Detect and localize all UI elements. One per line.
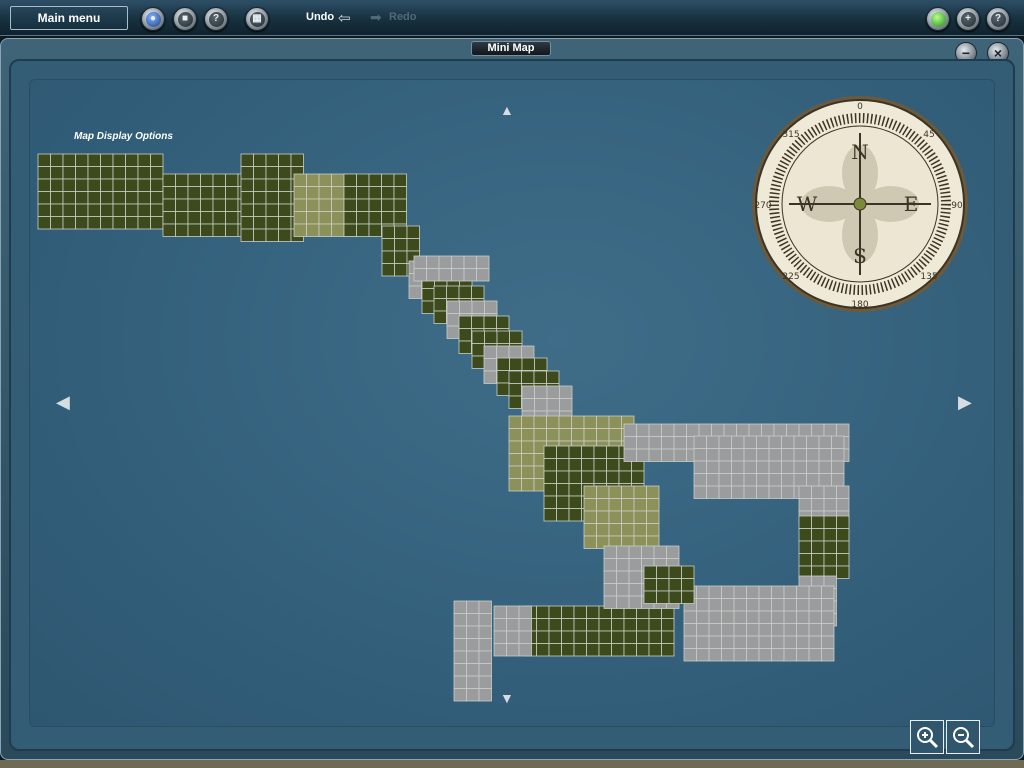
tools-icon: ? [208,11,224,27]
help-button[interactable]: ? [986,7,1010,31]
compass: N S E W 0 45 90 135 180 225 270 315 [752,96,968,312]
pan-right-arrow-icon[interactable]: ▶ [958,392,972,413]
compass-deg-270: 270 [754,201,771,211]
globe-icon: ● [145,11,161,27]
top-toolbar: Main menu ● ■ ? ▦ Undo ⇦ ➡ Redo + ? [0,0,1024,36]
compass-deg-180: 180 [851,300,868,310]
stop-icon: ■ [177,11,193,27]
compass-deg-0: 0 [857,102,863,112]
map-display-options-link[interactable]: Map Display Options [74,131,173,142]
window-title: Mini Map [471,41,551,56]
add-button[interactable]: + [956,7,980,31]
zoom-in-button[interactable] [910,720,944,754]
main-menu-button[interactable]: Main menu [10,6,128,30]
mini-map-window: Mini Map − × Map Display Options ▲ ▼ ◀ ▶ [0,38,1024,760]
undo-arrow-icon[interactable]: ⇦ [338,9,358,27]
redo-arrow-icon: ➡ [370,9,382,25]
zoom-out-icon [953,727,975,749]
zoom-out-button[interactable] [946,720,980,754]
globe-button[interactable]: ● [141,7,165,31]
question-icon: ? [990,11,1006,27]
compass-deg-135: 135 [920,272,937,282]
compass-west: W [797,192,818,216]
compass-deg-90: 90 [951,201,963,211]
compass-deg-45: 45 [923,130,934,140]
pan-down-arrow-icon[interactable]: ▼ [500,690,514,706]
green-light-icon [930,11,946,27]
undo-button[interactable]: Undo [306,11,334,23]
stop-button[interactable]: ■ [173,7,197,31]
pan-left-arrow-icon[interactable]: ◀ [56,392,70,413]
redo-button: Redo [389,11,417,23]
compass-north: N [851,140,869,164]
tools-button[interactable]: ? [204,7,228,31]
compass-east: E [904,192,919,216]
bottom-strip [0,760,1024,768]
pan-up-arrow-icon[interactable]: ▲ [500,102,514,118]
grid-icon: ▦ [249,11,265,27]
compass-south: S [853,244,867,268]
grid-button[interactable]: ▦ [245,7,269,31]
plus-icon: + [960,11,976,27]
status-light-button[interactable] [926,7,950,31]
map-panel: Map Display Options ▲ ▼ ◀ ▶ N S E W 0 45… [9,59,1015,754]
zoom-in-icon [917,727,939,749]
compass-deg-225: 225 [782,272,799,282]
compass-deg-315: 315 [782,130,799,140]
